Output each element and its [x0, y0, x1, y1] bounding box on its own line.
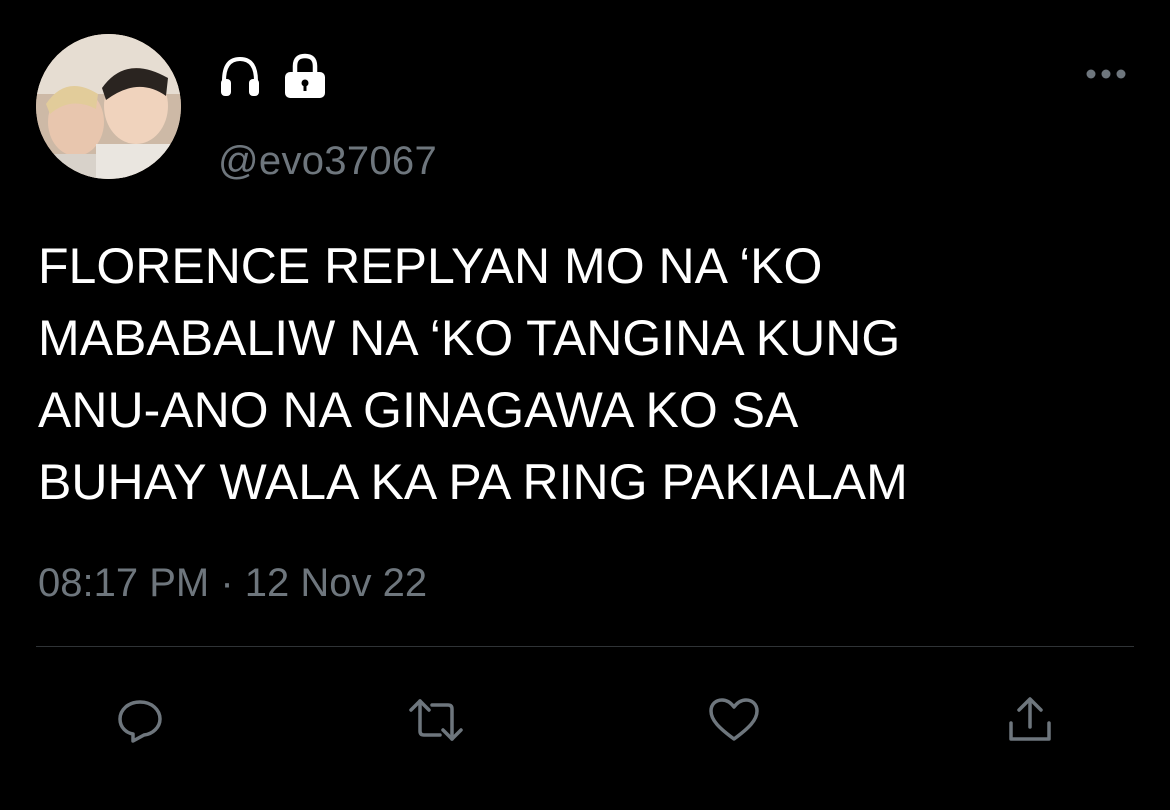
name-row: [218, 48, 328, 104]
avatar[interactable]: [36, 34, 181, 179]
reply-icon: [118, 700, 162, 743]
like-button[interactable]: [706, 692, 762, 748]
tweet-text-line: ANU-ANO NA GINAGAWA KO SA: [38, 382, 799, 438]
tweet-text-line: MABABALIW NA ‘KO TANGINA KUNG: [38, 310, 901, 366]
tweet-text: FLORENCE REPLYAN MO NA ‘KO MABABALIW NA …: [38, 230, 1138, 518]
headphones-icon: [221, 56, 259, 96]
retweet-button[interactable]: [408, 692, 464, 748]
action-bar: [0, 692, 1170, 748]
share-icon: [1009, 697, 1051, 741]
tweet-text-line: BUHAY WALA KA PA RING PAKIALAM: [38, 454, 908, 510]
reply-button[interactable]: [112, 692, 168, 748]
like-icon: [709, 698, 759, 741]
user-handle[interactable]: @evo37067: [218, 138, 437, 184]
lock-icon: [285, 53, 325, 98]
share-button[interactable]: [1002, 692, 1058, 748]
divider: [36, 646, 1134, 647]
retweet-icon: [409, 699, 463, 741]
more-options-icon[interactable]: [1085, 64, 1127, 84]
tweet-text-line: FLORENCE REPLYAN MO NA ‘KO: [38, 238, 823, 294]
tweet-timestamp[interactable]: 08:17 PM · 12 Nov 22: [38, 560, 427, 606]
